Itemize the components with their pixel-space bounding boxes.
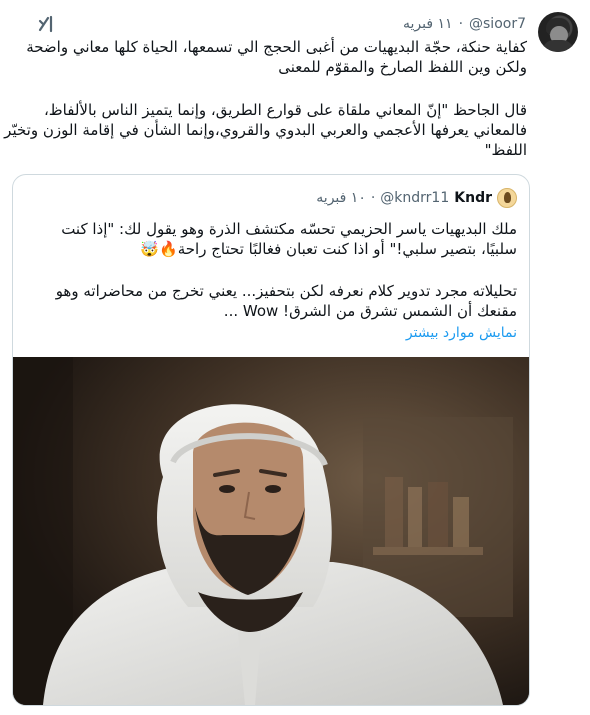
tweet-line: قال الجاحظ "إنّ المعاني ملقاة على قوارع … [43,101,527,119]
quoted-tweet-header: Kndr @kndrr11 · ١٠ فبريه [316,187,517,209]
quoted-tweet[interactable]: Kndr @kndrr11 · ١٠ فبريه ملك البديهيات ي… [12,174,530,706]
quoted-header-separator: · [370,190,376,206]
quoted-photo[interactable] [13,357,529,705]
author-handle[interactable]: @sioor7 [469,16,526,32]
quoted-author-handle[interactable]: @kndrr11 [380,190,449,206]
quoted-line: ملك البديهيات ياسر الحزيمي تحسّه مكتشف ا… [61,220,517,238]
avatar-shoulders [542,40,574,52]
quoted-author-name[interactable]: Kndr [454,190,492,206]
tweet-paragraph-1: كفاية حنكة، حجّة البديهيات من أغبى الحجج… [12,37,527,77]
quoted-line: تحليلاته مجرد تدوير كلام نعرفه لكن بتحفي… [55,282,517,300]
show-more-link[interactable]: نمايش موارد بيشتر [406,325,517,341]
tweet[interactable]: @sioor7 · ١١ فبريه كفاية حنكة، حجّة البد… [0,0,590,715]
tweet-date[interactable]: ١١ فبريه [403,16,453,32]
avatar[interactable] [538,12,578,52]
tweet-line: فالمعاني يعرفها الأعجمي والعربي البدوي و… [4,121,527,139]
tweet-line: كفاية حنكة، حجّة البديهيات من أغبى الحجج… [26,38,527,56]
quoted-line: مقنعك أن الشمس تشرق من الشرق! Wow ... [223,302,517,320]
tweet-line: اللفظ" [484,141,527,159]
quoted-line: سلبيًا، بتصير سلبي!" أو اذا كنت تعبان فغ… [140,240,517,258]
tweet-paragraph-2: قال الجاحظ "إنّ المعاني ملقاة على قوارع … [4,100,527,160]
tweet-header: @sioor7 · ١١ فبريه [403,14,526,34]
quoted-paragraph-2: تحليلاته مجرد تدوير كلام نعرفه لكن بتحفي… [23,281,517,321]
header-separator: · [458,16,464,32]
quoted-tweet-date[interactable]: ١٠ فبريه [316,190,366,206]
quoted-avatar[interactable] [497,188,517,208]
quoted-paragraph-1: ملك البديهيات ياسر الحزيمي تحسّه مكتشف ا… [23,219,517,259]
grok-slash-icon[interactable] [36,13,58,35]
tweet-line: ولكن وين اللفظ الصارخ والمقوّم للمعنى [278,58,527,76]
